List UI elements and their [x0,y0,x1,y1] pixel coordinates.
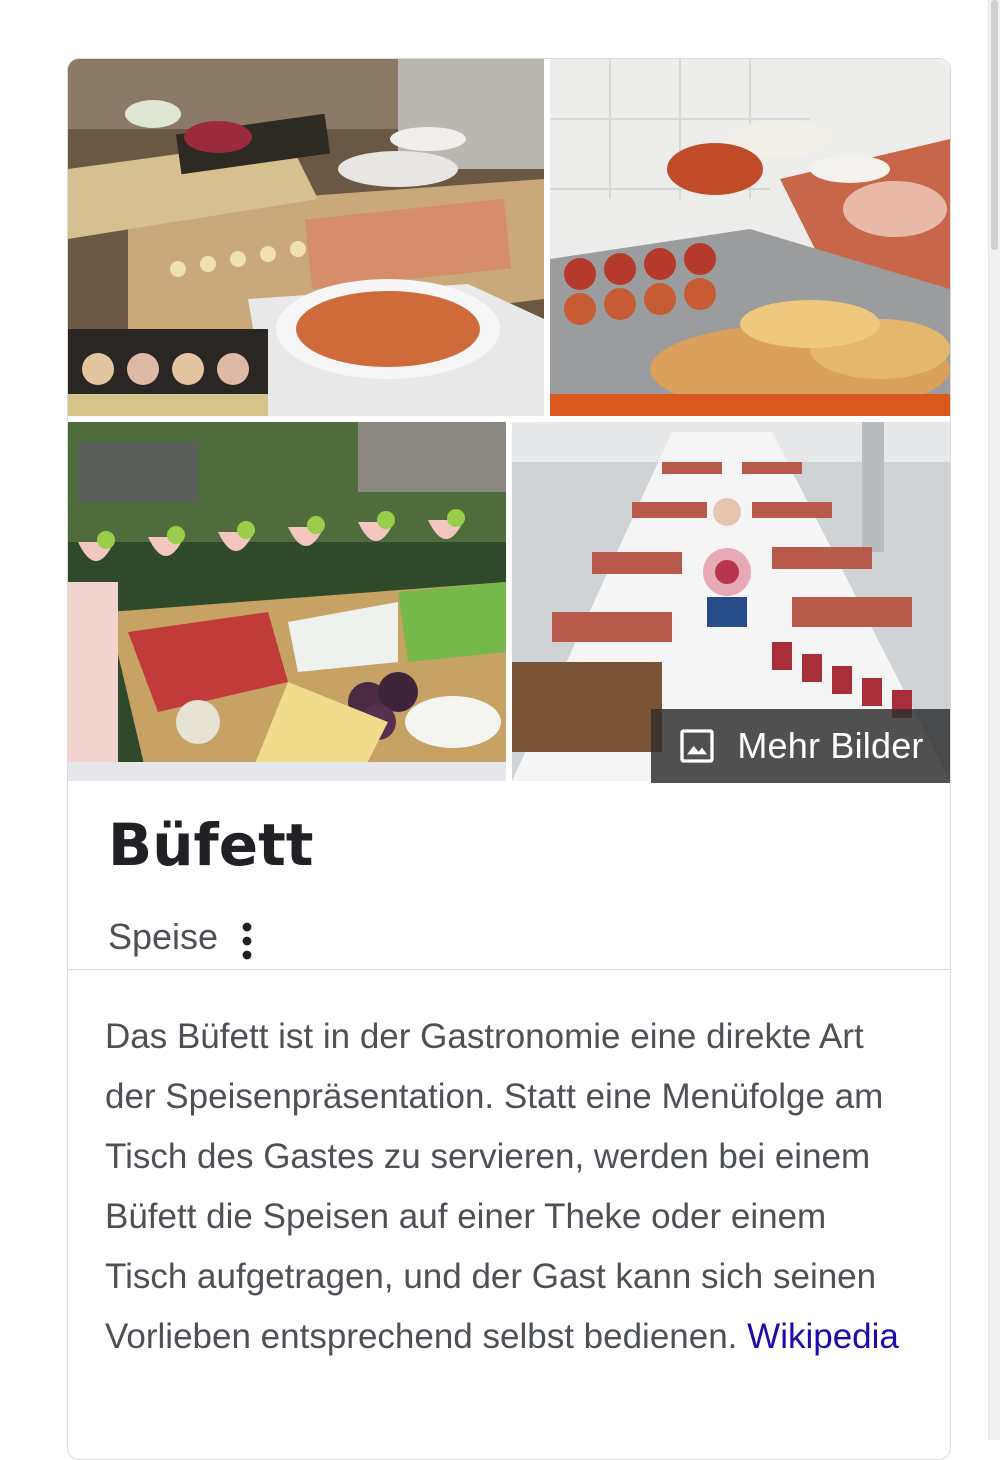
entity-description: Das Büfett ist in der Gastronomie eine d… [105,1007,905,1367]
entity-header: Büfett Speise [68,781,950,970]
entity-title: Büfett [108,811,314,879]
wikipedia-link[interactable]: Wikipedia [747,1317,899,1356]
scrollbar[interactable] [988,0,1000,1440]
image-gallery: Mehr Bilder [68,59,950,783]
entity-subtitle: Speise [108,916,219,957]
gallery-image-1[interactable] [68,59,544,416]
image-icon [680,729,715,763]
gallery-image-3[interactable] [68,422,506,781]
gallery-image-2[interactable] [550,59,950,416]
description-text: Das Büfett ist in der Gastronomie eine d… [105,1017,884,1356]
knowledge-panel: Mehr Bilder Büfett Speise Das Büfett ist… [67,58,951,1460]
more-vert-icon[interactable] [236,921,258,961]
scrollbar-thumb[interactable] [991,0,998,250]
more-images-label: Mehr Bilder [737,725,924,766]
more-images-button[interactable]: Mehr Bilder [651,709,950,783]
